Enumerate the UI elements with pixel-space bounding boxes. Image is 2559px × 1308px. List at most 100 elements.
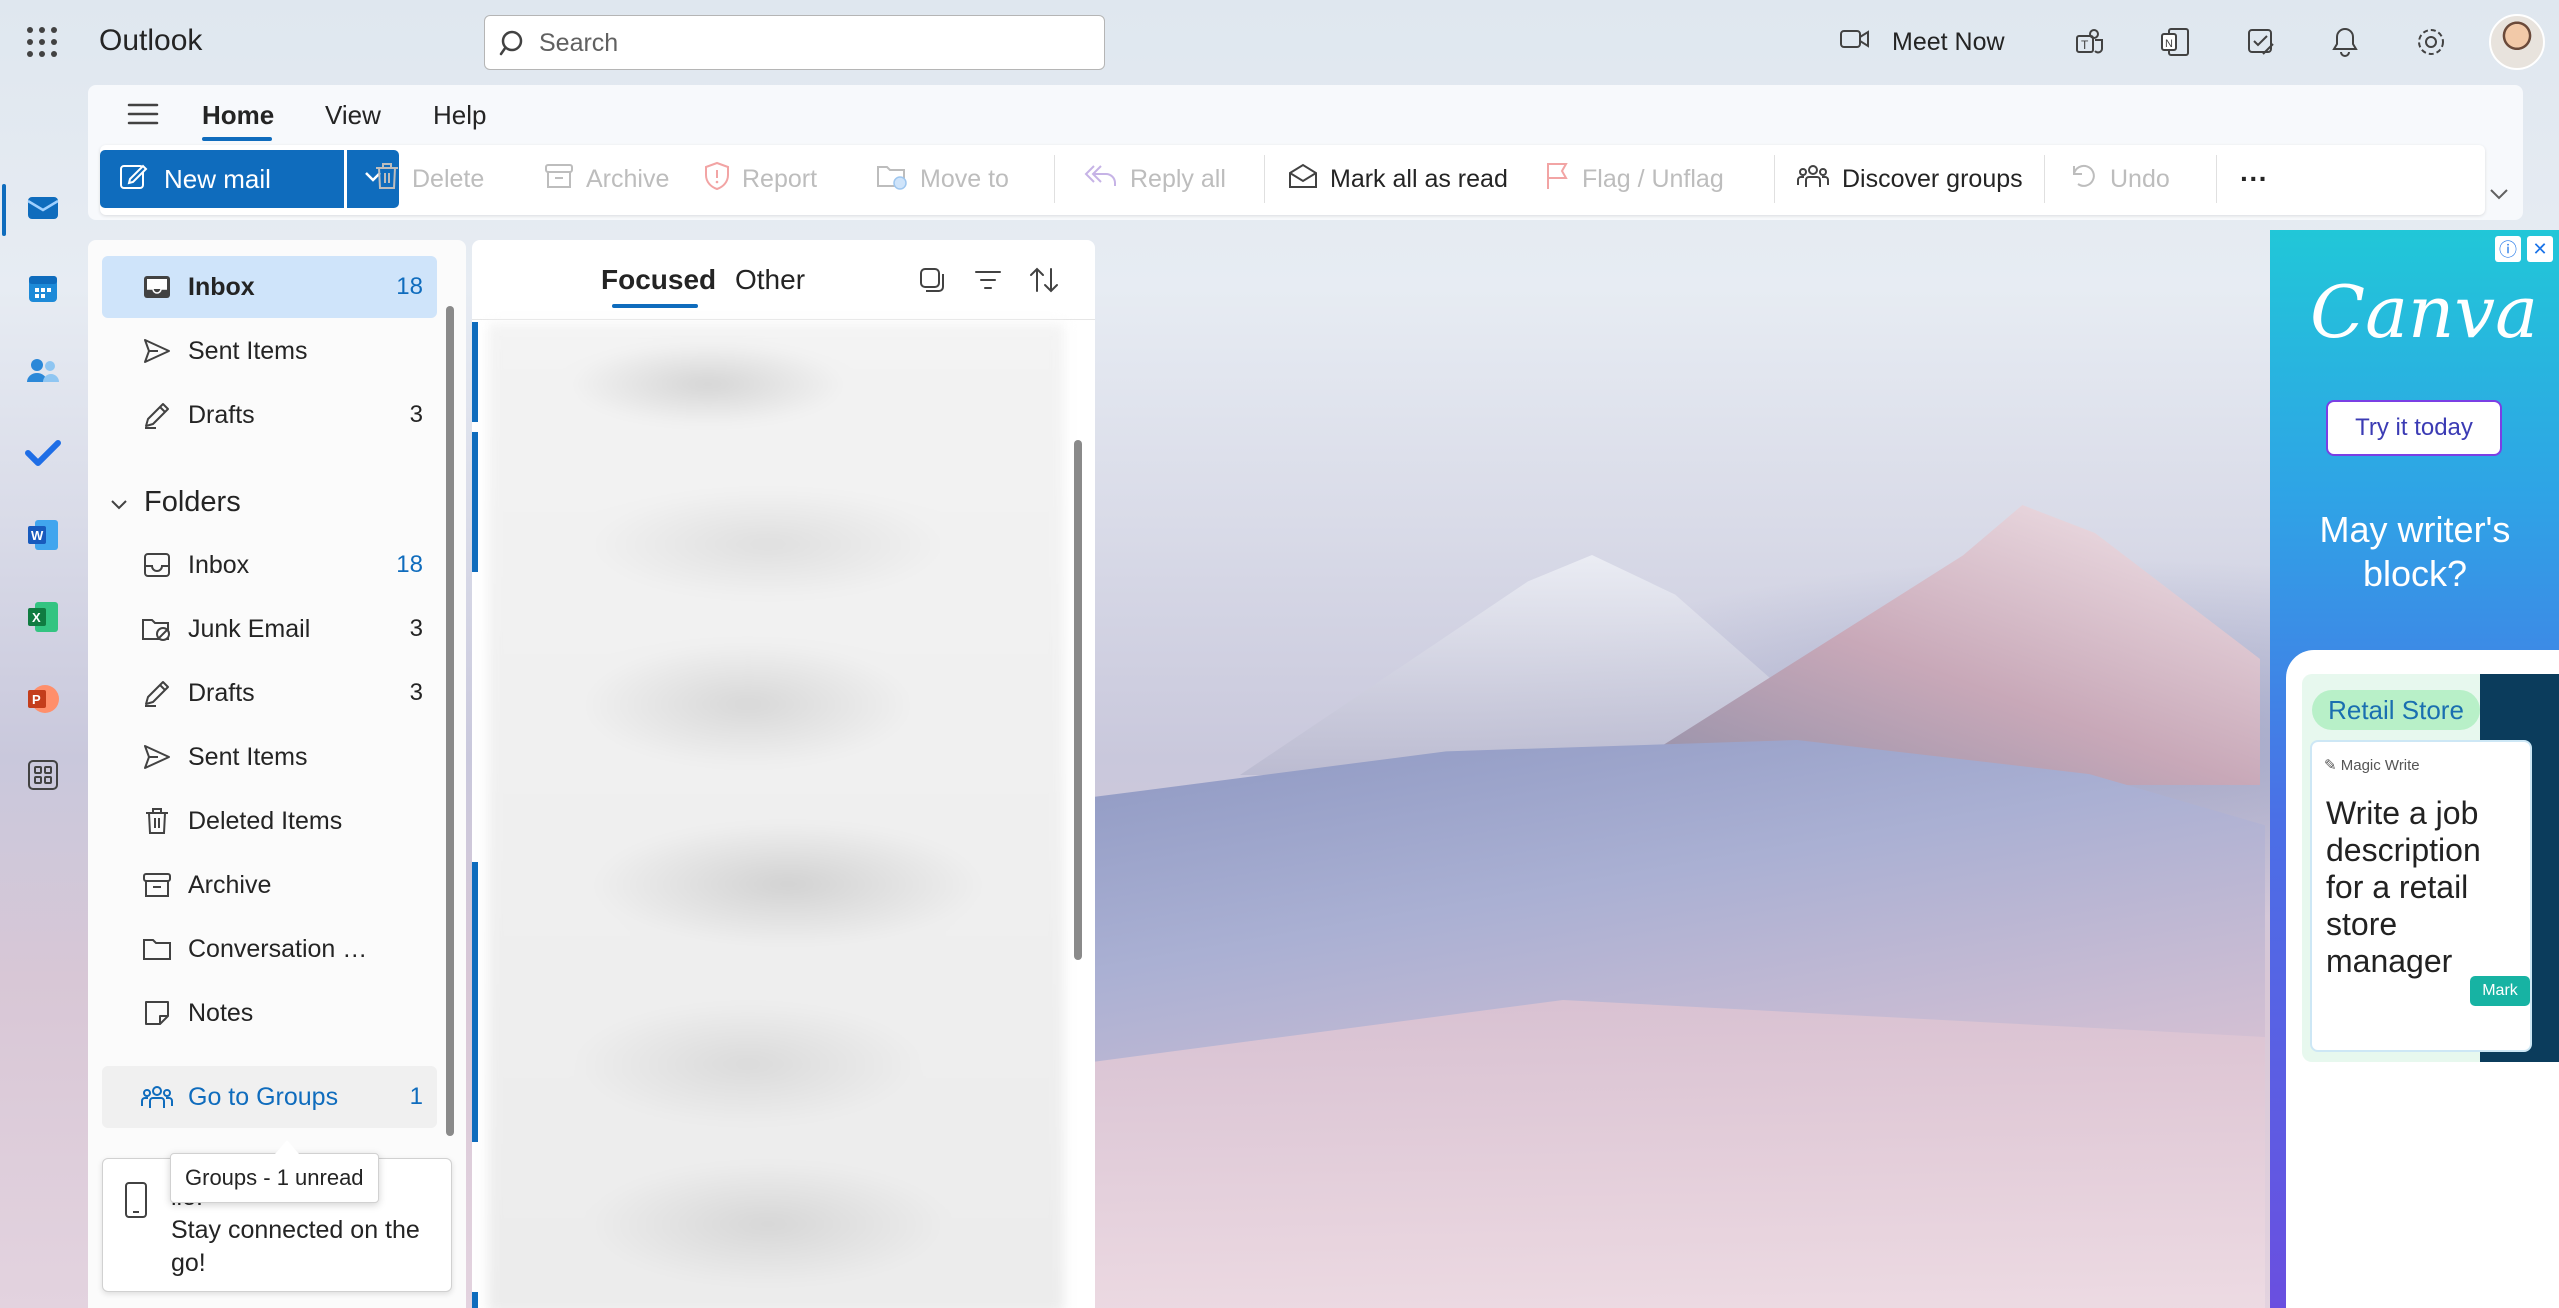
folder-label: Drafts: [188, 400, 255, 429]
advertisement-panel[interactable]: ⓘ ✕ Canva Try it today May writer's bloc…: [2270, 230, 2559, 1308]
meet-now-button[interactable]: Meet Now: [1840, 20, 2005, 64]
my-day-icon[interactable]: [2241, 22, 2281, 62]
tab-other[interactable]: Other: [735, 264, 805, 296]
groups-icon: [140, 1080, 174, 1114]
folder-conversation-history[interactable]: Conversation Histo...: [102, 918, 437, 980]
message-list-scrollbar[interactable]: [1074, 440, 1082, 960]
mark-all-read-label: Mark all as read: [1330, 164, 1508, 193]
video-camera-icon: [1840, 28, 1870, 57]
ad-cta-button[interactable]: Try it today: [2326, 400, 2502, 456]
ad-headline: May writer's block?: [2319, 509, 2511, 594]
message-list-blurred-content: [488, 324, 1064, 1308]
settings-gear-icon[interactable]: [2411, 22, 2451, 62]
folder-inbox[interactable]: Inbox 18: [102, 534, 437, 596]
more-apps-icon[interactable]: [20, 752, 66, 798]
tab-focused[interactable]: Focused: [601, 264, 716, 296]
inbox-icon: [140, 548, 174, 582]
folder-pane-scrollbar[interactable]: [446, 306, 454, 1136]
item-count: 3: [409, 679, 423, 706]
filter-icon[interactable]: [970, 262, 1006, 298]
message-list-pane: Focused Other: [472, 240, 1095, 1308]
report-button[interactable]: Report: [704, 157, 817, 201]
calendar-app-icon[interactable]: [20, 266, 66, 312]
folder-junk-email[interactable]: Junk Email 3: [102, 598, 437, 660]
ribbon-expand-chevron-icon[interactable]: [2488, 186, 2510, 207]
new-mail-label: New mail: [164, 163, 271, 194]
ad-store-chip: Retail Store: [2312, 690, 2480, 730]
flag-unflag-button[interactable]: Flag / Unflag: [1544, 157, 1724, 201]
groups-tooltip: Groups - 1 unread: [170, 1153, 379, 1203]
meet-now-label: Meet Now: [1892, 27, 2005, 56]
ad-info-icon[interactable]: ⓘ: [2495, 236, 2521, 262]
move-to-button[interactable]: Move to: [876, 157, 1009, 201]
people-app-icon[interactable]: [20, 348, 66, 394]
tab-view[interactable]: View: [325, 100, 381, 131]
drafts-icon: [140, 676, 174, 710]
folder-label: Drafts: [188, 678, 255, 707]
app-title[interactable]: Outlook: [99, 24, 202, 58]
reply-all-icon: [1084, 163, 1118, 196]
notifications-bell-icon[interactable]: [2325, 22, 2365, 62]
folder-notes[interactable]: Notes: [102, 982, 437, 1044]
delete-label: Delete: [412, 164, 485, 193]
word-app-icon[interactable]: W: [20, 512, 66, 558]
search-box[interactable]: Search: [484, 15, 1105, 70]
app-rail: W X P: [0, 84, 86, 1308]
teams-icon[interactable]: T: [2070, 22, 2110, 62]
report-label: Report: [742, 164, 818, 193]
ad-close-icon[interactable]: ✕: [2527, 236, 2553, 262]
folder-sent-items[interactable]: Sent Items: [102, 726, 437, 788]
favorite-inbox[interactable]: Inbox 18: [102, 256, 437, 318]
flag-icon: [1544, 161, 1570, 198]
mark-all-read-button[interactable]: Mark all as read: [1288, 157, 1508, 201]
focused-underline: [612, 304, 698, 308]
powerpoint-app-icon[interactable]: P: [20, 676, 66, 722]
go-to-groups-link[interactable]: Go to Groups 1: [102, 1066, 437, 1128]
hamburger-menu-icon[interactable]: [126, 100, 166, 134]
user-avatar[interactable]: [2489, 14, 2545, 70]
folder-drafts[interactable]: Drafts 3: [102, 662, 437, 724]
new-mail-button[interactable]: New mail: [100, 150, 344, 208]
onenote-icon[interactable]: N: [2155, 22, 2195, 62]
excel-app-icon[interactable]: X: [20, 594, 66, 640]
archive-icon: [544, 162, 574, 197]
undo-label: Undo: [2110, 164, 2170, 193]
background-dune-front: [1095, 1000, 2265, 1308]
mobile-phone-icon: [123, 1181, 149, 1224]
folders-section-header[interactable]: Folders: [110, 478, 241, 526]
more-commands-button[interactable]: ···: [2240, 157, 2268, 201]
folder-icon: [140, 932, 174, 966]
tab-help[interactable]: Help: [433, 100, 486, 131]
compose-icon: [118, 161, 148, 198]
trash-icon: [374, 161, 400, 198]
chevron-down-icon: [110, 486, 128, 519]
todo-app-icon[interactable]: [20, 430, 66, 476]
favorite-drafts[interactable]: Drafts 3: [102, 384, 437, 446]
unread-indicator: [472, 1292, 478, 1308]
ad-card-text: Write a job description for a retail sto…: [2326, 795, 2481, 979]
favorite-sent-items[interactable]: Sent Items: [102, 320, 437, 382]
discover-groups-label: Discover groups: [1842, 164, 2023, 193]
tab-home[interactable]: Home: [202, 100, 274, 131]
envelope-open-icon: [1288, 162, 1318, 197]
item-count: 3: [409, 401, 423, 428]
app-launcher-icon[interactable]: [24, 24, 60, 60]
folder-archive[interactable]: Archive: [102, 854, 437, 916]
drafts-icon: [140, 398, 174, 432]
undo-button[interactable]: Undo: [2070, 157, 2170, 201]
select-mode-icon[interactable]: [914, 262, 950, 298]
reply-all-button[interactable]: Reply all: [1084, 157, 1226, 201]
command-separator: [2044, 155, 2045, 203]
search-icon: [499, 28, 529, 58]
groups-icon: [1796, 161, 1830, 198]
sort-icon[interactable]: [1026, 262, 1062, 298]
command-separator: [1774, 155, 1775, 203]
send-icon: [140, 334, 174, 368]
delete-button[interactable]: Delete: [374, 157, 484, 201]
groups-unread-count: 1: [409, 1083, 423, 1110]
inbox-icon: [140, 270, 174, 304]
archive-button[interactable]: Archive: [544, 157, 669, 201]
folder-deleted-items[interactable]: Deleted Items: [102, 790, 437, 852]
mail-app-icon[interactable]: [20, 184, 66, 230]
discover-groups-button[interactable]: Discover groups: [1796, 157, 2023, 201]
